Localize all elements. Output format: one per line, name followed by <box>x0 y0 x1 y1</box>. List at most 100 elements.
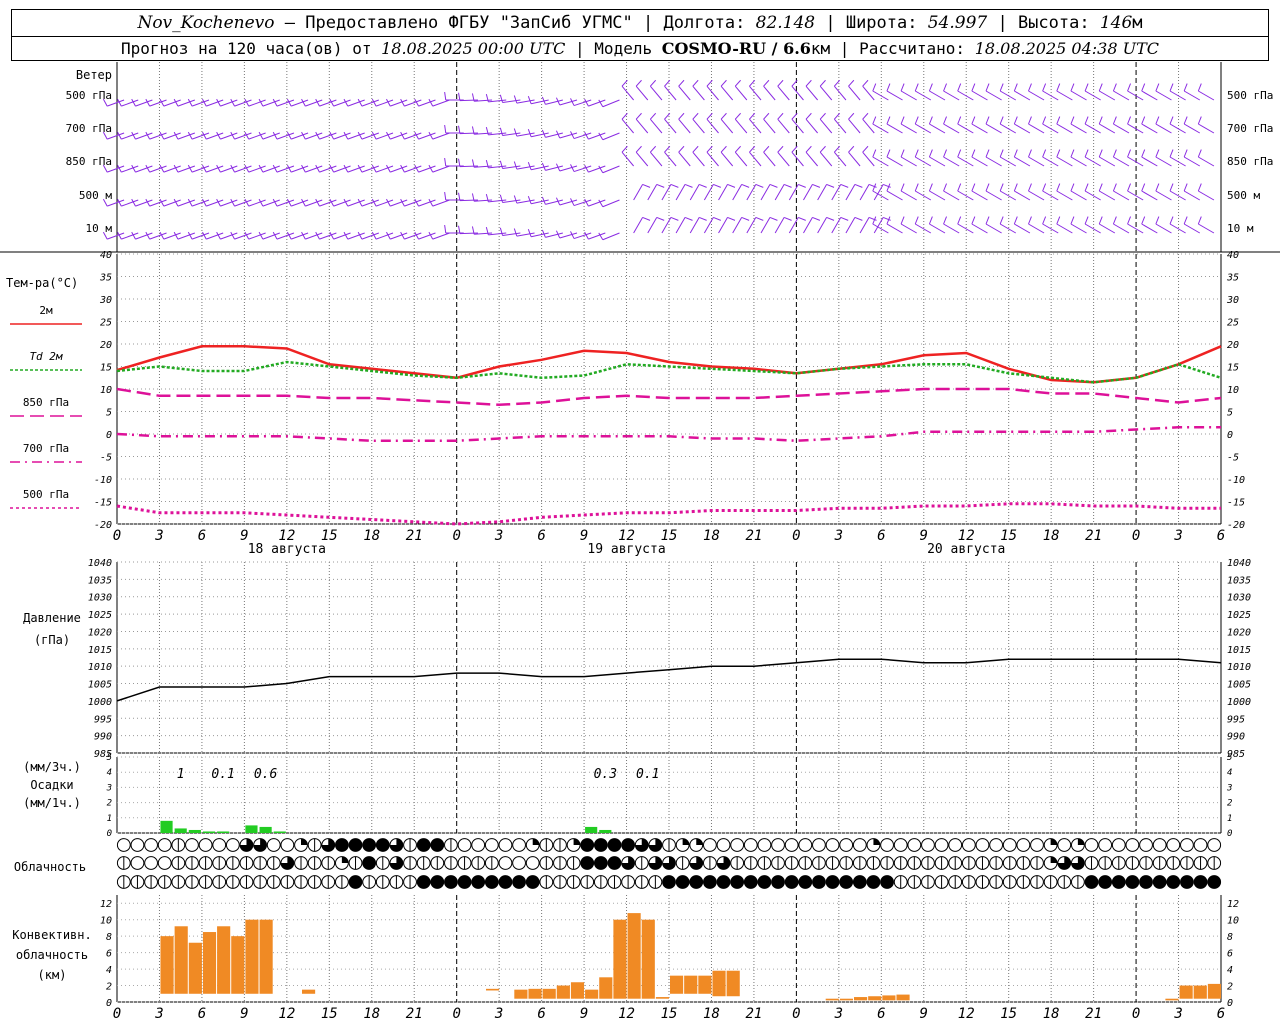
wind-barb-staff <box>121 99 139 107</box>
wind-barb-flag <box>826 216 835 221</box>
wind-barb-staff <box>1042 156 1059 167</box>
wind-barb-staff <box>1141 90 1158 101</box>
wind-barb-staff <box>1099 223 1116 234</box>
wind-barb-staff <box>1042 90 1059 101</box>
wind-barb-staff <box>1198 223 1215 234</box>
temp-ytick-left: -20 <box>94 520 112 531</box>
wind-barb-flag <box>798 216 806 221</box>
wind-barb-staff <box>602 199 620 208</box>
precip-ytick-right: 4 <box>1227 768 1232 778</box>
wind-barb-staff <box>1070 90 1087 101</box>
temp-ytick-left: 10 <box>100 385 112 396</box>
pressure-ytick-left: 1035 <box>88 575 112 586</box>
temp-ytick-left: -10 <box>94 475 112 486</box>
wind-barb-staff <box>248 199 266 207</box>
temp-hour-label: 3 <box>154 528 163 544</box>
wind-barb-staff <box>678 118 691 134</box>
wind-level-label-right: 850 гПа <box>1227 155 1273 168</box>
cloud-symbol <box>1125 875 1140 889</box>
wind-barb-staff <box>900 123 917 134</box>
conv-bar <box>245 919 259 994</box>
cloud-symbol <box>430 838 445 852</box>
wind-barb-flag <box>1127 149 1132 158</box>
cloud-symbol <box>525 856 540 870</box>
wind-barb-staff <box>191 165 210 173</box>
cloud-symbol <box>498 875 513 889</box>
wind-barb-flag <box>713 183 721 188</box>
wind-barb-flag <box>684 183 693 188</box>
cloud-symbol <box>130 856 145 870</box>
pressure-ytick-left: 1025 <box>88 610 112 621</box>
wind-barb-staff <box>375 199 394 207</box>
wind-barb-flag <box>872 83 877 92</box>
wind-barb-flag <box>1028 83 1032 92</box>
cloud-symbol <box>525 875 540 889</box>
wind-barb-flag <box>444 158 447 167</box>
wind-barb-staff <box>149 132 167 140</box>
cloud-symbol <box>1057 838 1072 852</box>
temp-ytick-right: -10 <box>1227 475 1245 486</box>
wind-barb-flag <box>1169 183 1174 192</box>
wind-barb-flag <box>1070 183 1075 192</box>
wind-barb-flag <box>1141 116 1146 125</box>
wind-barb-staff <box>957 156 974 167</box>
cloud-symbol <box>498 856 513 870</box>
wind-barb-staff <box>418 99 436 107</box>
cloud-symbol <box>457 875 472 889</box>
cloud-symbol <box>1098 838 1113 852</box>
wind-barb-flag <box>971 216 976 225</box>
wind-barb-flag <box>635 145 642 153</box>
wind-barb-flag <box>1169 83 1174 92</box>
wind-barb-flag <box>1197 149 1202 158</box>
temp-hour-label: 3 <box>494 528 503 544</box>
wind-barb-flag <box>499 94 504 103</box>
temp-ytick-left: 30 <box>99 295 112 306</box>
wind-barb-flag <box>635 112 642 120</box>
conv-bar <box>698 975 712 994</box>
wind-barb-staff <box>248 99 266 107</box>
wind-barb-staff <box>848 85 861 101</box>
cloud-symbol <box>771 875 785 889</box>
wind-barb-flag <box>862 79 869 87</box>
wind-barb-staff <box>886 156 903 167</box>
wind-barb-flag <box>678 145 685 153</box>
pressure-ytick-left: 1005 <box>88 680 112 691</box>
wind-barb-staff <box>1183 156 1201 167</box>
wind-barb-staff <box>706 118 719 134</box>
temp-ytick-left: 5 <box>106 408 112 419</box>
wind-barb-flag <box>1013 216 1018 225</box>
temp-ytick-right: 40 <box>1227 250 1239 261</box>
wind-barb-flag <box>1056 183 1061 192</box>
temp-hour-label: 18 <box>703 528 720 544</box>
wind-barb-staff <box>375 132 394 140</box>
wind-barb-flag <box>1197 216 1202 225</box>
wind-barb-staff <box>985 223 1002 234</box>
conv-bar <box>486 988 500 991</box>
wind-barb-flag <box>999 183 1004 192</box>
cloud-symbol <box>607 856 622 870</box>
cloud-symbol <box>812 875 826 889</box>
wind-barb-staff <box>459 165 478 168</box>
wind-barb-staff <box>805 151 818 167</box>
wind-barb-staff <box>1014 123 1031 134</box>
wind-barb-staff <box>635 85 649 101</box>
wind-barb-flag <box>1183 149 1188 158</box>
wind-barb-flag <box>727 183 736 188</box>
wind-barb-staff <box>943 190 960 201</box>
wind-barb-staff <box>1014 190 1031 201</box>
cloud-symbol <box>416 838 431 852</box>
wind-barb-flag <box>999 83 1004 92</box>
precip-bar <box>599 829 612 833</box>
wind-barb-staff <box>985 123 1002 134</box>
wind-barb-staff <box>1183 223 1201 234</box>
wind-barb-staff <box>1099 190 1116 201</box>
wind-barb-flag <box>763 79 770 87</box>
precip-3h-label: 0.1 <box>636 767 659 782</box>
wind-barb-staff <box>971 156 988 167</box>
wind-barb-staff <box>262 232 280 240</box>
wind-barb-staff <box>573 199 592 207</box>
cloud-symbol <box>961 838 976 852</box>
wind-title: Ветер <box>76 68 112 82</box>
wind-barb-staff <box>290 132 309 140</box>
wind-barb-flag <box>741 183 750 188</box>
